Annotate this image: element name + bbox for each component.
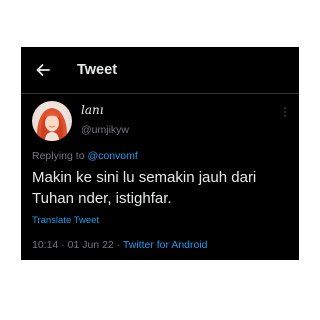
- more-options-button[interactable]: [280, 106, 290, 122]
- more-vertical-icon: [284, 107, 286, 109]
- tweet-date: 01 Jun 22: [67, 239, 114, 251]
- reply-mention-link[interactable]: @convomf: [87, 150, 137, 162]
- replying-to-line: Replying to @convomf: [32, 150, 138, 163]
- header-divider: [21, 93, 299, 94]
- more-vertical-icon-dot: [284, 111, 286, 113]
- arrow-left-icon: [36, 64, 50, 76]
- translate-tweet-link[interactable]: Translate Tweet: [32, 215, 99, 227]
- tweet-metadata: 10:14 · 01 Jun 22 · Twitter for Android: [32, 239, 208, 252]
- user-handle[interactable]: @umjikyw: [81, 124, 129, 137]
- tweet-source-link[interactable]: Twitter for Android: [123, 239, 208, 251]
- tweet-time: 10:14: [32, 239, 59, 251]
- back-button[interactable]: [33, 60, 53, 80]
- meta-separator: ·: [116, 239, 121, 251]
- meta-separator: ·: [61, 239, 65, 251]
- tweet-text: Makin ke sini lu semakin jauh dari Tuhan…: [32, 169, 257, 207]
- profile-photo: [32, 101, 72, 141]
- avatar[interactable]: [32, 101, 72, 141]
- display-name[interactable]: lanı: [81, 103, 104, 118]
- tweet-screen: Tweet lanı @umjikyw Replying to @convomf…: [21, 47, 299, 260]
- more-vertical-icon-dot: [284, 115, 286, 117]
- top-app-bar: Tweet: [21, 47, 299, 94]
- replying-to-label: Replying to: [32, 150, 85, 162]
- page-title: Tweet: [77, 62, 118, 78]
